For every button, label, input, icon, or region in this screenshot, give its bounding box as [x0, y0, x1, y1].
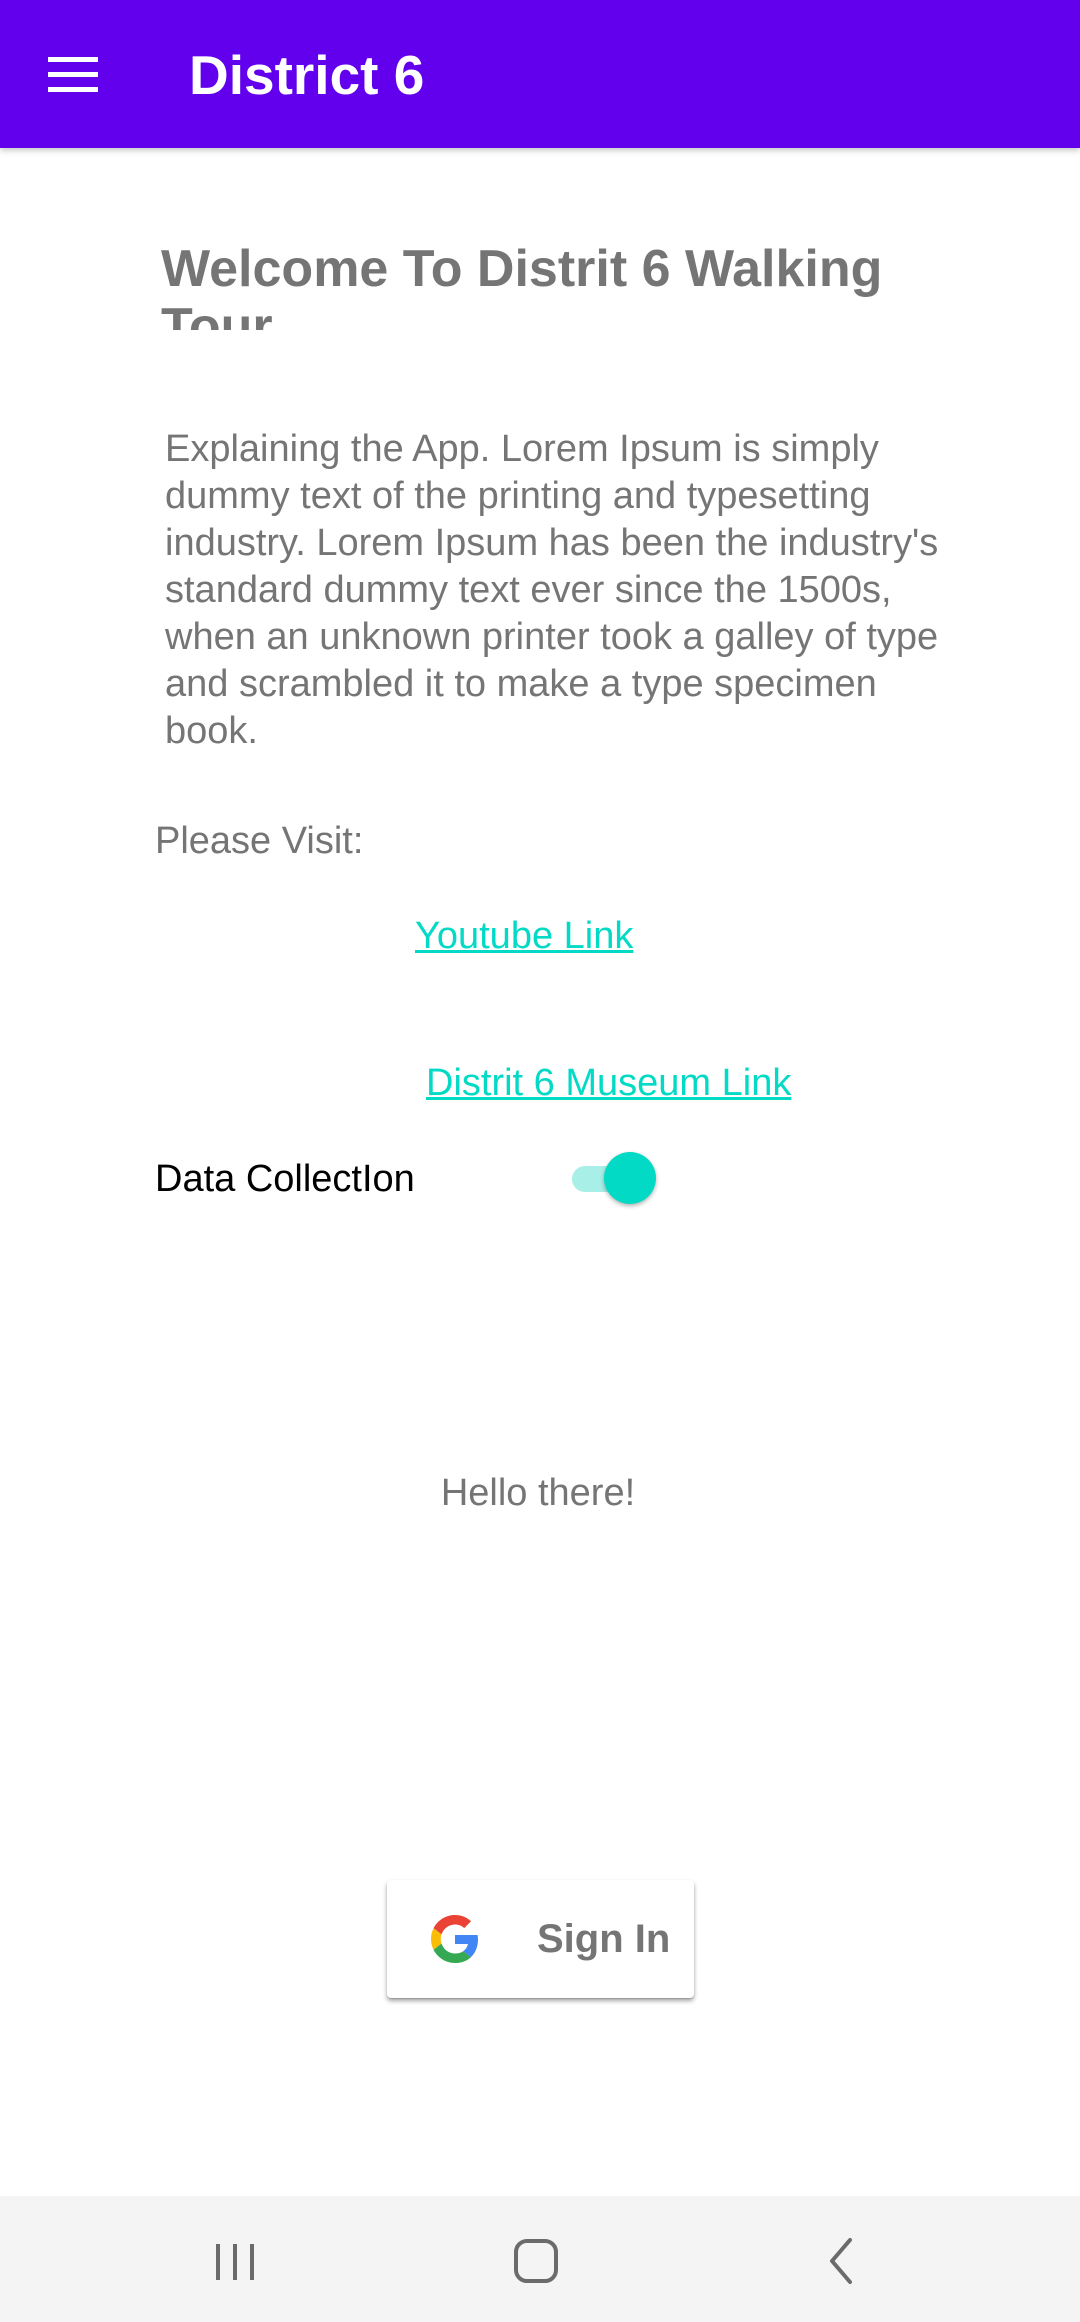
recent-apps-icon[interactable] — [195, 2224, 275, 2294]
please-visit-label: Please Visit: — [155, 820, 364, 862]
intro-text: Explaining the App. Lorem Ipsum is simpl… — [165, 428, 939, 748]
back-icon[interactable] — [800, 2224, 880, 2294]
app-bar: District 6 — [0, 0, 1080, 148]
museum-link[interactable]: Distrit 6 Museum Link — [426, 1060, 791, 1106]
hamburger-menu-icon[interactable] — [48, 57, 98, 93]
greeting-text: Hello there! — [440, 1472, 636, 1514]
google-logo-icon — [431, 1915, 478, 1963]
youtube-link[interactable]: Youtube Link — [415, 913, 633, 959]
google-sign-in-button[interactable]: Sign In — [387, 1880, 694, 1998]
home-icon[interactable] — [496, 2224, 576, 2294]
toggle-thumb — [604, 1152, 656, 1204]
welcome-title: Welcome To Distrit 6 Walking Tour — [161, 240, 883, 330]
system-nav-bar — [0, 2196, 1080, 2322]
app-title: District 6 — [189, 44, 425, 106]
data-collection-label: Data CollectIon — [155, 1158, 415, 1200]
data-collection-toggle[interactable] — [568, 1150, 658, 1206]
sign-in-label: Sign In — [537, 1917, 671, 1961]
